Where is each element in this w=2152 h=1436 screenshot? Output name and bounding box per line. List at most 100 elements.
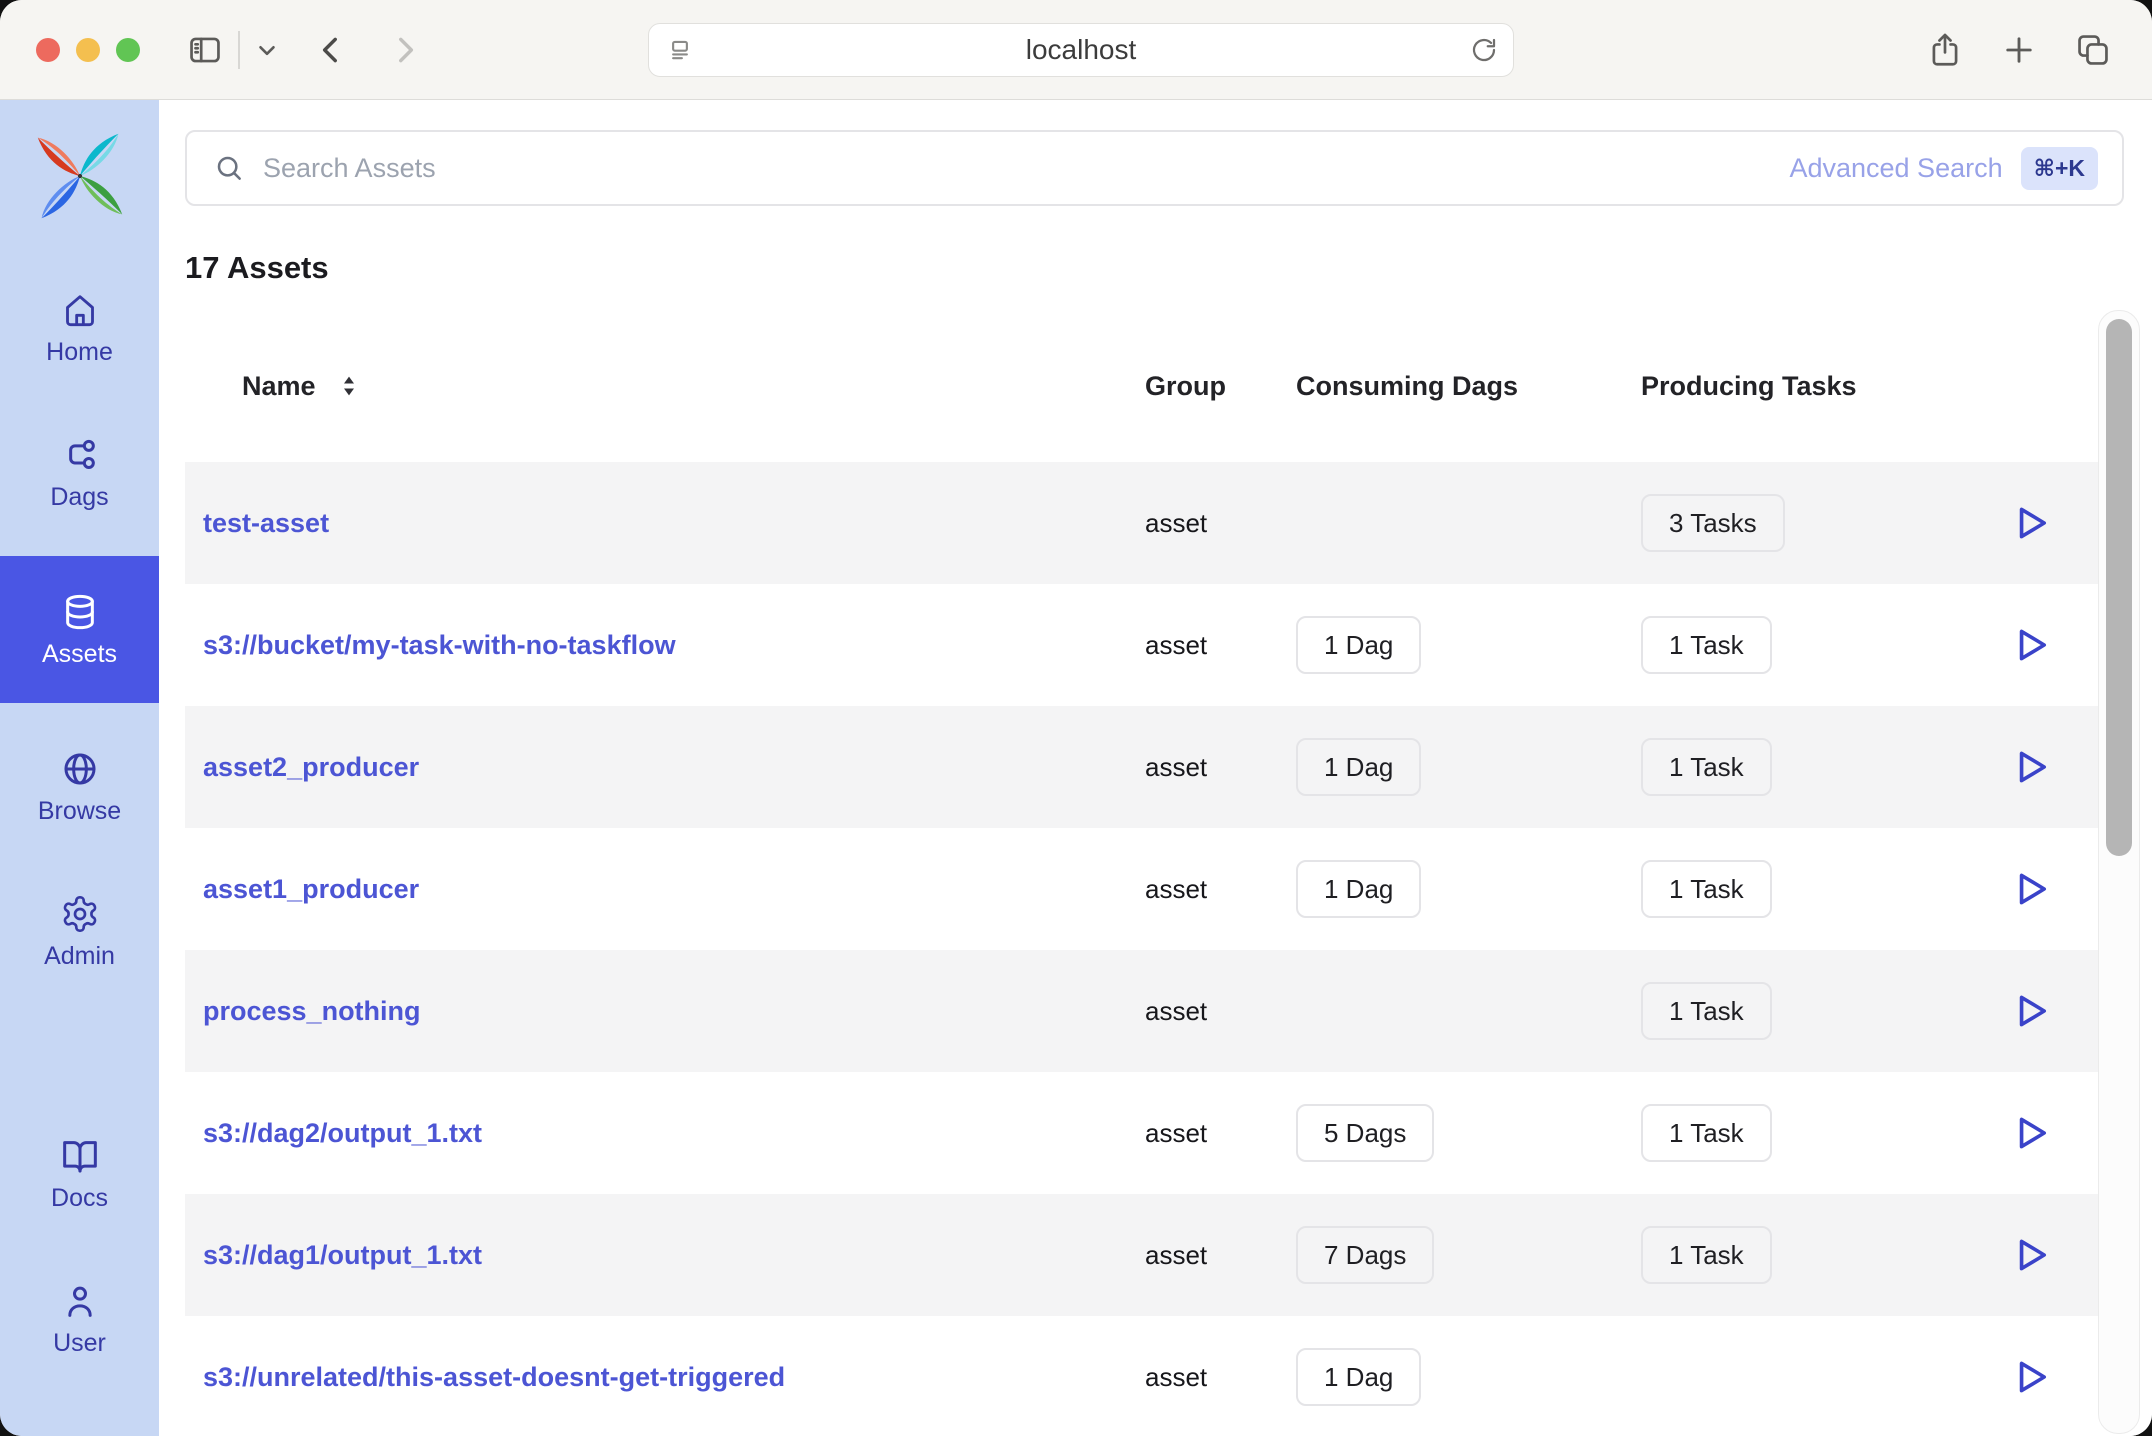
sidebar: Home Dags Assets Browse Admin Docs User (0, 100, 159, 1436)
producing-tasks-button[interactable]: 3 Tasks (1641, 494, 1785, 552)
asset-name-link[interactable]: s3://dag2/output_1.txt (203, 1118, 482, 1148)
toolbar-divider (238, 30, 240, 69)
play-icon[interactable] (2007, 500, 2053, 546)
producing-tasks-button[interactable]: 1 Task (1641, 1226, 1772, 1284)
sidebar-item-browse[interactable]: Browse (0, 725, 159, 848)
share-icon[interactable] (1926, 31, 1964, 69)
sidebar-item-label: Assets (41, 640, 118, 668)
sidebar-item-label: User (53, 1329, 106, 1357)
sidebar-toggle-icon[interactable] (186, 31, 224, 69)
consuming-dags-button[interactable]: 7 Dags (1296, 1226, 1435, 1284)
zoom-window-button[interactable] (116, 37, 140, 62)
sidebar-item-label: Browse (37, 797, 122, 825)
airflow-pinwheel-logo[interactable] (32, 128, 128, 224)
asset-name-cell: asset1_producer (185, 874, 1133, 905)
play-icon[interactable] (2007, 622, 2053, 668)
consuming-dags-button[interactable]: 5 Dags (1296, 1104, 1435, 1162)
asset-name-link[interactable]: s3://bucket/my-task-with-no-taskflow (203, 630, 676, 660)
producing-tasks-button[interactable]: 1 Task (1641, 738, 1772, 796)
consuming-dags-cell: 1 Dag (1280, 616, 1625, 674)
table-row: asset2_producer asset 1 Dag 1 Task (185, 706, 2140, 828)
back-icon[interactable] (314, 33, 348, 67)
asset-group-cell: asset (1145, 995, 1208, 1026)
consuming-dags-cell: 1 Dag (1280, 860, 1625, 918)
forward-icon[interactable] (388, 33, 422, 67)
play-icon[interactable] (2007, 1354, 2053, 1400)
asset-name-cell: s3://dag2/output_1.txt (185, 1118, 1133, 1149)
play-icon[interactable] (2007, 744, 2053, 790)
asset-name-cell: s3://unrelated/this-asset-doesnt-get-tri… (185, 1362, 1133, 1393)
asset-group-cell: asset (1145, 1361, 1208, 1392)
asset-group-cell: asset (1145, 1239, 1208, 1270)
row-action-cell (1970, 744, 2090, 790)
asset-name-link[interactable]: test-asset (203, 508, 329, 538)
airflow-app: Home Dags Assets Browse Admin Docs User Advanc… (0, 100, 2152, 1436)
table-scrollbar-track[interactable] (2098, 310, 2140, 1434)
globe-icon (60, 749, 100, 789)
sidebar-item-label: Admin (44, 942, 115, 970)
table-row: asset1_producer asset 1 Dag 1 Task (185, 828, 2140, 950)
producing-tasks-button[interactable]: 1 Task (1641, 982, 1772, 1040)
sidebar-item-label: Docs (51, 1184, 108, 1212)
asset-group-cell: asset (1145, 751, 1208, 782)
play-icon[interactable] (2007, 1232, 2053, 1278)
producing-tasks-cell: 3 Tasks (1625, 494, 1970, 552)
consuming-dags-button[interactable]: 1 Dag (1296, 1348, 1422, 1406)
consuming-dags-button[interactable]: 1 Dag (1296, 616, 1422, 674)
consuming-dags-cell: 1 Dag (1280, 1348, 1625, 1406)
asset-name-link[interactable]: s3://unrelated/this-asset-doesnt-get-tri… (203, 1362, 785, 1392)
consuming-dags-cell: 5 Dags (1280, 1104, 1625, 1162)
consuming-dags-button[interactable]: 1 Dag (1296, 860, 1422, 918)
play-icon[interactable] (2007, 1110, 2053, 1156)
row-action-cell (1970, 1110, 2090, 1156)
sidebar-item-user[interactable]: User (0, 1257, 159, 1380)
asset-name-link[interactable]: s3://dag1/output_1.txt (203, 1240, 482, 1270)
table-header-row: Name Group Consuming Dags Producing Task… (185, 310, 2140, 462)
asset-name-cell: process_nothing (185, 996, 1133, 1027)
page-title: 17 Assets (185, 250, 329, 285)
search-input[interactable] (263, 152, 1790, 184)
sidebar-item-assets[interactable]: Assets (0, 556, 159, 703)
address-bar[interactable]: localhost (648, 23, 1514, 77)
producing-tasks-button[interactable]: 1 Task (1641, 1104, 1772, 1162)
row-action-cell (1970, 1232, 2090, 1278)
asset-name-cell: s3://bucket/my-task-with-no-taskflow (185, 630, 1133, 661)
asset-name-cell: s3://dag1/output_1.txt (185, 1240, 1133, 1271)
sidebar-item-admin[interactable]: Admin (0, 870, 159, 993)
producing-tasks-cell: 1 Task (1625, 738, 1970, 796)
database-icon (60, 592, 100, 632)
play-icon[interactable] (2007, 866, 2053, 912)
column-header-consuming-dags: Consuming Dags (1296, 370, 1519, 401)
browser-titlebar: localhost (0, 0, 2152, 100)
home-icon (60, 290, 100, 330)
sidebar-item-home[interactable]: Home (0, 266, 159, 389)
play-icon[interactable] (2007, 988, 2053, 1034)
column-header-producing-tasks: Producing Tasks (1641, 370, 1857, 401)
consuming-dags-button[interactable]: 1 Dag (1296, 738, 1422, 796)
sidebar-item-dags[interactable]: Dags (0, 411, 159, 534)
asset-search-bar: Advanced Search ⌘+K (185, 130, 2124, 206)
asset-group-cell: asset (1145, 873, 1208, 904)
new-tab-icon[interactable] (2001, 32, 2037, 68)
minimize-window-button[interactable] (76, 37, 100, 62)
sidebar-item-docs[interactable]: Docs (0, 1112, 159, 1235)
row-action-cell (1970, 866, 2090, 912)
producing-tasks-button[interactable]: 1 Task (1641, 616, 1772, 674)
consuming-dags-cell: 7 Dags (1280, 1226, 1625, 1284)
browser-actions (1926, 0, 2112, 100)
row-action-cell (1970, 988, 2090, 1034)
column-header-name[interactable]: Name (185, 371, 1133, 402)
producing-tasks-cell: 1 Task (1625, 616, 1970, 674)
producing-tasks-cell: 1 Task (1625, 1226, 1970, 1284)
chevron-down-icon[interactable] (254, 37, 280, 63)
column-header-group: Group (1145, 370, 1226, 401)
asset-name-link[interactable]: process_nothing (203, 996, 421, 1026)
close-window-button[interactable] (36, 37, 60, 62)
advanced-search-link[interactable]: Advanced Search (1789, 153, 2002, 184)
table-scrollbar-thumb[interactable] (2106, 319, 2132, 856)
asset-name-link[interactable]: asset2_producer (203, 752, 419, 782)
sidebar-item-label: Dags (50, 483, 109, 511)
asset-name-link[interactable]: asset1_producer (203, 874, 419, 904)
producing-tasks-button[interactable]: 1 Task (1641, 860, 1772, 918)
tab-overview-icon[interactable] (2074, 31, 2112, 69)
